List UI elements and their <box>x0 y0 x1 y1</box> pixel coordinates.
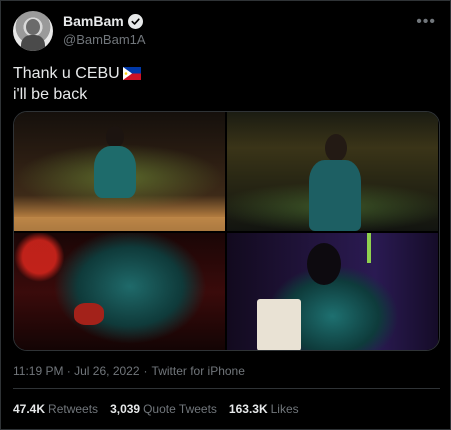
tweet-source[interactable]: Twitter for iPhone <box>152 364 245 378</box>
performer-head <box>106 126 124 148</box>
retweets-stat[interactable]: 47.4K Retweets <box>13 402 98 416</box>
stage-floor <box>14 217 225 231</box>
likes-label: Likes <box>270 402 299 416</box>
tweet-meta: 11:19 PM · Jul 26, 2022 · Twitter for iP… <box>13 364 245 378</box>
author-name-row[interactable]: BamBam <box>63 13 143 29</box>
verified-badge-icon <box>127 13 143 29</box>
photo-1[interactable] <box>14 112 225 231</box>
photo-3[interactable] <box>14 233 225 350</box>
tweet-header: BamBam @BamBam1A ••• <box>13 11 440 51</box>
photo-2[interactable] <box>227 112 438 231</box>
fan-card <box>257 299 301 350</box>
retweets-label: Retweets <box>48 402 99 416</box>
avatar-body <box>21 35 45 51</box>
tweet-stats: 47.4K Retweets 3,039 Quote Tweets 163.3K… <box>13 402 299 416</box>
tweet-text: Thank u CEBU i'll be back <box>13 63 141 105</box>
author-handle[interactable]: @BamBam1A <box>63 32 146 47</box>
tweet-card: BamBam @BamBam1A ••• Thank u CEBU i'll b… <box>0 0 451 430</box>
retweets-count: 47.4K <box>13 402 46 416</box>
performer-torso <box>94 146 136 198</box>
tweet-line-1: Thank u CEBU <box>13 63 141 84</box>
likes-stat[interactable]: 163.3K Likes <box>229 402 299 416</box>
philippines-flag-icon <box>122 67 141 80</box>
meta-separator: · <box>143 364 148 378</box>
quotes-count: 3,039 <box>110 402 141 416</box>
avatar[interactable] <box>13 11 53 51</box>
photo-4[interactable] <box>227 233 438 350</box>
avatar-face <box>26 19 40 35</box>
quotes-stat[interactable]: 3,039 Quote Tweets <box>110 402 217 416</box>
performer-head <box>307 243 341 285</box>
quotes-label: Quote Tweets <box>143 402 217 416</box>
tweet-timestamp[interactable]: 11:19 PM · Jul 26, 2022 <box>13 364 140 378</box>
performer-torso <box>309 160 361 231</box>
lanyard <box>367 233 371 263</box>
performer-head <box>325 134 347 162</box>
media-grid <box>13 111 440 351</box>
performer-hand <box>74 303 104 325</box>
likes-count: 163.3K <box>228 402 268 416</box>
author-display-name[interactable]: BamBam <box>63 13 124 29</box>
tweet-line-2: i'll be back <box>13 86 88 103</box>
divider <box>13 388 440 389</box>
tweet-line-1-text: Thank u CEBU <box>13 65 120 82</box>
more-options-icon[interactable]: ••• <box>416 13 436 31</box>
